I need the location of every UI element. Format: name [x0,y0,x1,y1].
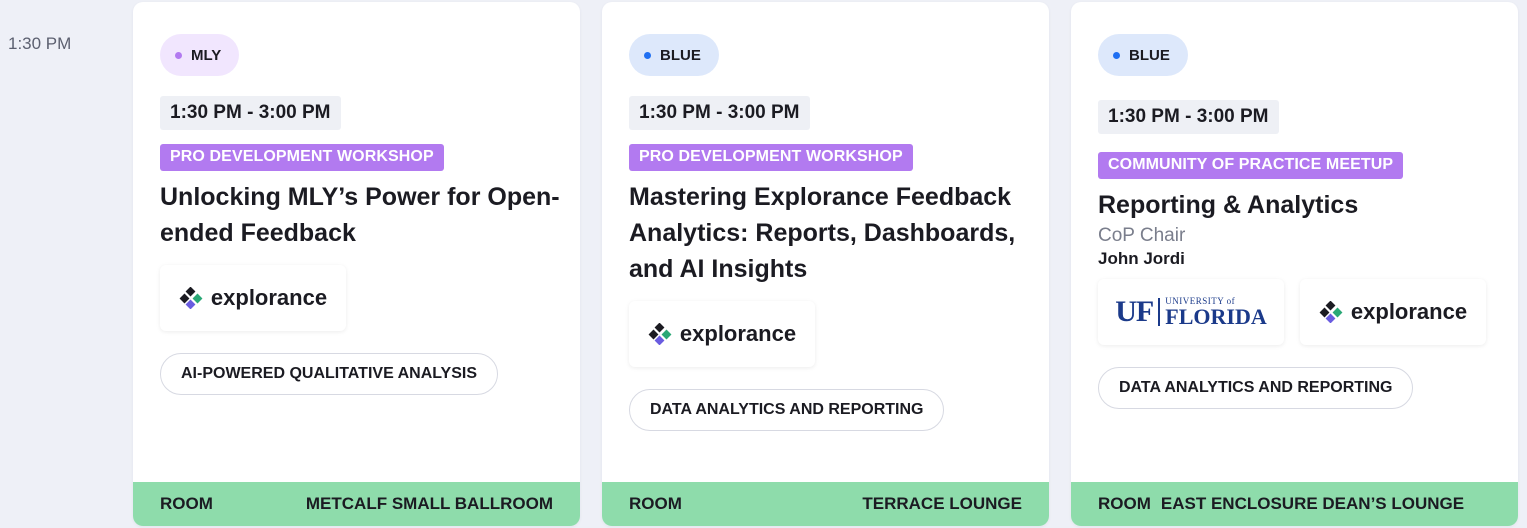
explorance-logo-text: explorance [679,321,797,346]
track-label: BLUE [660,46,701,64]
chair-name: John Jordi [1098,249,1185,268]
session-title[interactable]: Reporting & Analytics [1098,187,1498,223]
room-label: ROOM [160,494,213,513]
topic-chip[interactable]: DATA ANALYTICS AND REPORTING [629,389,945,431]
session-type-badge: PRO DEVELOPMENT WORKSHOP [160,144,444,171]
explorance-mark-icon [179,287,203,309]
track-tag: BLUE [629,34,719,76]
sponsor-logos: explorance [629,301,1029,367]
track-dot-icon [644,51,651,59]
explorance-logo: explorance [629,301,815,367]
session-time: 1:30 PM - 3:00 PM [629,96,810,130]
session-time: 1:30 PM - 3:00 PM [160,96,341,130]
session-title[interactable]: Mastering Explorance Feedback Analytics:… [629,179,1029,287]
room-bar: ROOM EAST ENCLOSURE DEAN’S LOUNGE [1071,482,1518,526]
room-bar: ROOM METCALF SMALL BALLROOM [133,482,580,526]
uf-short: UF [1115,295,1154,328]
track-dot-icon [1113,51,1120,59]
session-type-badge: PRO DEVELOPMENT WORKSHOP [629,144,913,171]
track-label: BLUE [1129,46,1170,64]
time-slot-label: 1:30 PM [8,34,72,53]
session-time: 1:30 PM - 3:00 PM [1098,100,1279,134]
explorance-logo: explorance [160,265,346,331]
explorance-logo: explorance [1300,279,1486,345]
explorance-mark-icon [1319,301,1343,323]
sponsor-logos: UF UNIVERSITY of FLORIDA explorance [1098,279,1498,345]
track-dot-icon [175,51,182,59]
room-name: EAST ENCLOSURE DEAN’S LOUNGE [1160,494,1465,513]
room-name: METCALF SMALL BALLROOM [305,494,553,513]
topic-chip[interactable]: DATA ANALYTICS AND REPORTING [1098,367,1414,409]
chair-role: CoP Chair [1098,225,1186,246]
room-name: TERRACE LOUNGE [862,494,1022,513]
sponsor-logos: explorance [160,265,560,331]
university-of-florida-logo: UF UNIVERSITY of FLORIDA [1098,279,1284,345]
explorance-mark-icon [648,323,672,345]
session-title[interactable]: Unlocking MLY’s Power for Open-ended Fee… [160,179,560,251]
explorance-logo-text: explorance [1350,299,1468,324]
uf-name: FLORIDA [1165,303,1267,329]
uf-divider [1158,298,1161,326]
track-label: MLY [191,46,222,64]
room-label: ROOM [629,494,682,513]
track-tag: MLY [160,34,240,76]
topic-chip[interactable]: AI-POWERED QUALITATIVE ANALYSIS [160,353,499,395]
session-type-badge: COMMUNITY OF PRACTICE MEETUP [1098,152,1404,179]
track-tag: BLUE [1098,34,1188,76]
explorance-logo-text: explorance [210,285,328,310]
room-bar: ROOM TERRACE LOUNGE [602,482,1049,526]
session-card[interactable]: MLY 1:30 PM - 3:00 PM PRO DEVELOPMENT WO… [133,2,580,526]
session-card[interactable]: BLUE 1:30 PM - 3:00 PM PRO DEVELOPMENT W… [602,2,1049,526]
room-label: ROOM [1098,494,1151,513]
session-card[interactable]: BLUE 1:30 PM - 3:00 PM COMMUNITY OF PRAC… [1071,2,1518,526]
